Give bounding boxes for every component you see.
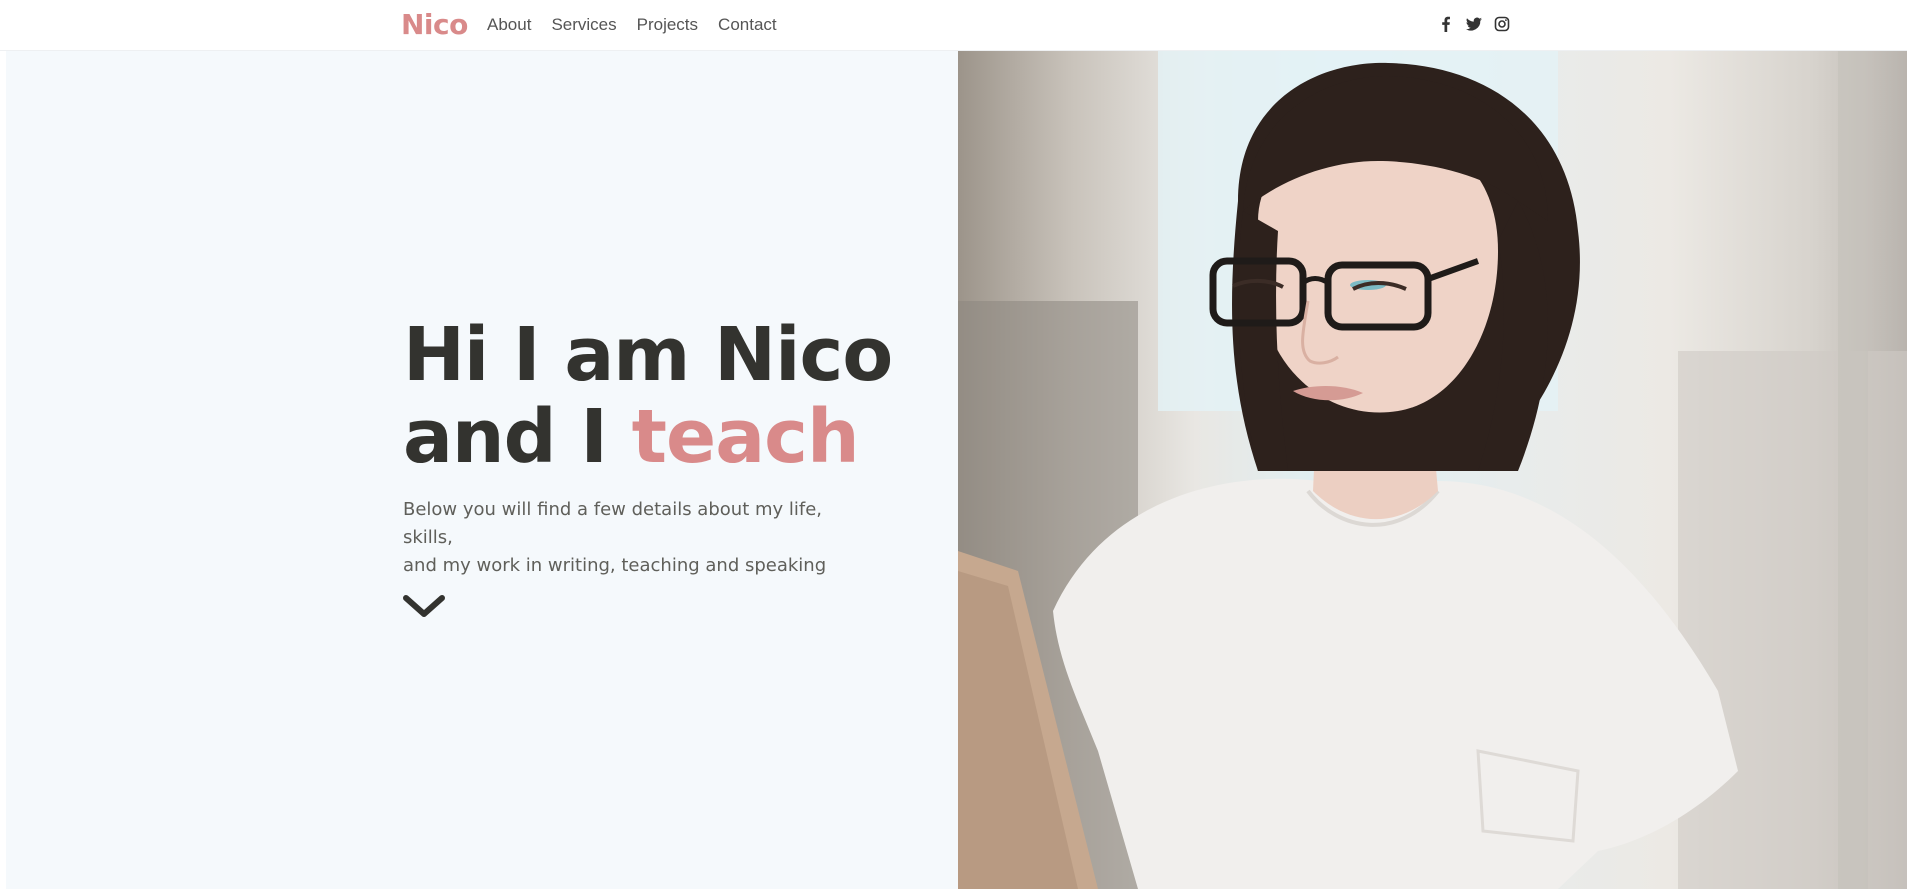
chevron-down-icon[interactable] bbox=[401, 590, 447, 622]
woman-with-laptop-illustration bbox=[958, 51, 1907, 889]
nav-menu: About Services Projects Contact bbox=[487, 15, 777, 35]
navbar: Nico About Services Projects Contact bbox=[0, 0, 1907, 51]
hero-subtext: Below you will find a few details about … bbox=[403, 496, 863, 580]
facebook-icon[interactable] bbox=[1437, 15, 1455, 33]
subtext-line-2: and my work in writing, teaching and spe… bbox=[403, 555, 827, 576]
headline-line-1: Hi I am Nico bbox=[403, 312, 893, 398]
nav-link-services[interactable]: Services bbox=[551, 15, 616, 35]
hero-headline: Hi I am Nico and I teach bbox=[403, 312, 893, 480]
headline-line-2: and I bbox=[403, 394, 632, 480]
nav-link-about[interactable]: About bbox=[487, 15, 531, 35]
subtext-line-1: Below you will find a few details about … bbox=[403, 499, 823, 548]
twitter-icon[interactable] bbox=[1465, 15, 1483, 33]
headline-accent-word: teach bbox=[631, 394, 860, 480]
social-links bbox=[1437, 15, 1511, 33]
nav-link-contact[interactable]: Contact bbox=[718, 15, 777, 35]
nav-link-projects[interactable]: Projects bbox=[637, 15, 698, 35]
hero-photo bbox=[958, 51, 1907, 889]
instagram-icon[interactable] bbox=[1493, 15, 1511, 33]
brand-logo[interactable]: Nico bbox=[401, 8, 468, 41]
